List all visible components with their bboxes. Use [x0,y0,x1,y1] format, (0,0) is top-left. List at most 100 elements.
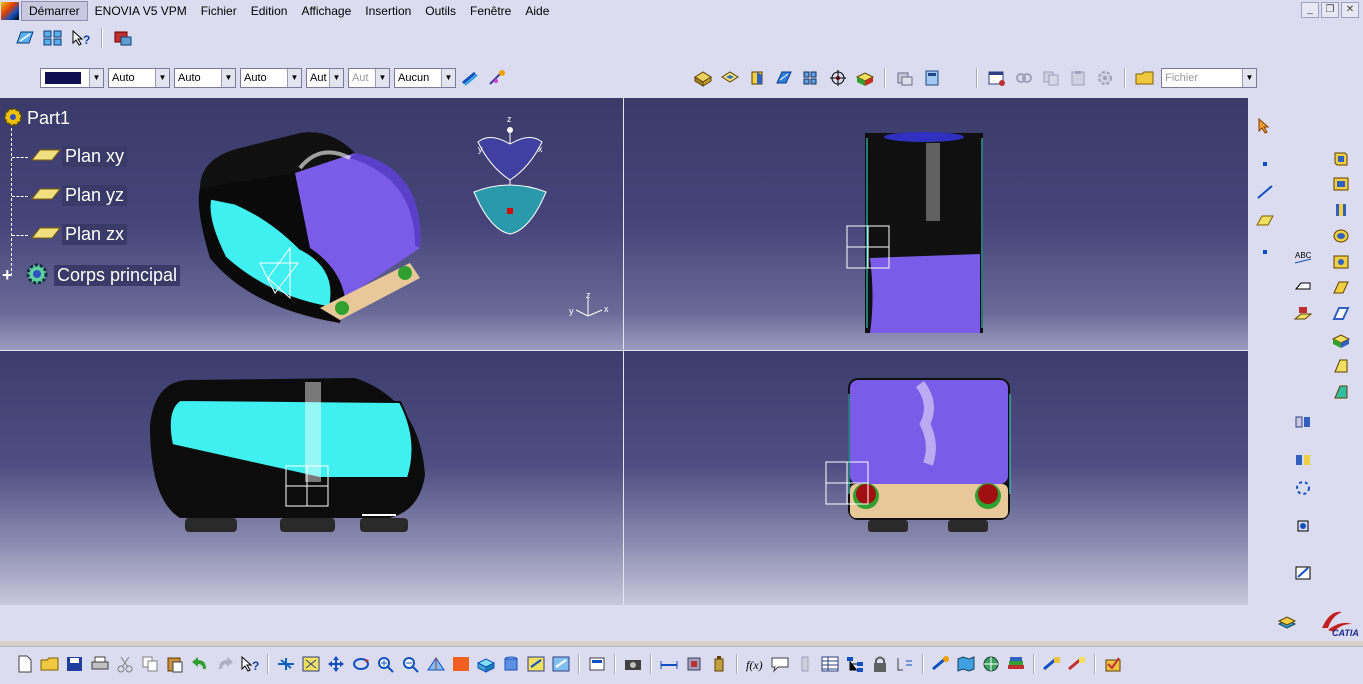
line-type-combo[interactable]: Auto ▼ [108,68,170,88]
layers-icon[interactable] [1276,613,1298,633]
whats-this-icon[interactable]: ? [239,654,261,674]
render-style-combo[interactable]: Aut ▼ [306,68,344,88]
front-view[interactable] [840,128,1010,338]
knowledge-icon[interactable] [930,654,952,674]
menu-insertion[interactable]: Insertion [358,2,418,20]
section-icon[interactable] [894,68,916,88]
pocket-icon[interactable] [719,68,741,88]
plane-tool-icon[interactable] [1254,210,1276,230]
equation-icon[interactable] [894,654,916,674]
pan-icon[interactable] [325,654,347,674]
expand-plus-icon[interactable]: + [2,265,20,286]
mirror-icon[interactable] [1292,450,1314,470]
cut-icon[interactable] [114,654,136,674]
books-icon[interactable] [1005,654,1027,674]
new-icon[interactable] [14,654,36,674]
circular-pattern-icon[interactable] [1292,478,1314,498]
line-thickness-combo[interactable]: Auto ▼ [174,68,236,88]
measure-item-icon[interactable] [683,654,705,674]
tree-node-body[interactable]: + Corps principal [2,261,181,290]
lock-icon[interactable] [869,654,891,674]
layer-combo[interactable]: Aucun ▼ [394,68,456,88]
catia-start-icon[interactable] [1,2,19,20]
brush-icon[interactable] [1066,654,1088,674]
color-combo[interactable]: ▼ [40,68,104,88]
viewport-divider-vertical[interactable] [623,98,624,605]
flag-note-icon[interactable] [1292,276,1314,296]
solid-icon[interactable] [854,68,876,88]
menu-fenetre[interactable]: Fenêtre [463,2,518,20]
save-icon[interactable] [64,654,86,674]
shell-tool-icon[interactable] [1330,382,1352,402]
view-mode-icon[interactable] [475,654,497,674]
draft-tool-icon[interactable] [1330,356,1352,376]
globe-icon[interactable] [980,654,1002,674]
hide-show-icon[interactable] [500,654,522,674]
tree-node-plan-xy[interactable]: Plan xy [30,145,128,168]
fit-all-icon[interactable] [300,654,322,674]
solid-tool-icon[interactable] [1330,330,1352,350]
format-painter-icon[interactable] [460,68,482,88]
inertia-icon[interactable] [708,654,730,674]
multi-view-icon[interactable] [42,28,64,48]
tree-node-root[interactable]: Part1 [2,106,73,131]
render-icon[interactable] [550,654,572,674]
rear-view[interactable] [820,374,1020,539]
tree-icon[interactable] [844,654,866,674]
annotation-icon[interactable] [1292,562,1314,582]
constraint-icon[interactable] [1292,412,1314,432]
folder-icon[interactable] [1134,68,1156,88]
iso-view-icon[interactable] [450,654,472,674]
tree-node-plan-yz[interactable]: Plan yz [30,184,128,207]
groove-tool-icon[interactable] [1330,226,1352,246]
pocket-tool-icon[interactable] [1330,174,1352,194]
camera-icon[interactable] [622,654,644,674]
ok-icon[interactable] [1102,654,1124,674]
rib-icon[interactable] [773,68,795,88]
hole-tool-icon[interactable] [1330,252,1352,272]
slot-tool-icon[interactable] [1330,304,1352,324]
target-icon[interactable] [827,68,849,88]
close-button[interactable]: ✕ [1341,2,1359,18]
formula-icon[interactable]: f(x) [744,654,766,674]
menu-aide[interactable]: Aide [518,2,556,20]
menu-outils[interactable]: Outils [418,2,463,20]
pad-tool-icon[interactable] [1330,148,1352,168]
catalog-icon[interactable] [112,28,134,48]
side-view[interactable] [140,370,440,540]
paste-icon[interactable] [164,654,186,674]
shaft-tool-icon[interactable] [1330,200,1352,220]
sketch-icon[interactable] [14,28,36,48]
copy-icon[interactable] [139,654,161,674]
text-abc-icon[interactable]: ABC [1292,248,1314,268]
minimize-button[interactable]: _ [1301,2,1319,18]
comment-icon[interactable] [769,654,791,674]
menu-affichage[interactable]: Affichage [294,2,358,20]
point-symbol-combo[interactable]: Auto ▼ [240,68,302,88]
compass[interactable]: z y x [470,112,550,242]
swap-icon[interactable] [525,654,547,674]
open-icon[interactable] [39,654,61,674]
restore-button[interactable]: ❐ [1321,2,1339,18]
shaft-icon[interactable] [746,68,768,88]
point-tool-icon[interactable] [1254,242,1276,262]
tree-node-plan-zx[interactable]: Plan zx [30,223,128,246]
undo-icon[interactable] [189,654,211,674]
pattern-icon[interactable] [800,68,822,88]
table-icon[interactable] [819,654,841,674]
menu-edition[interactable]: Edition [244,2,295,20]
paint-icon[interactable] [1041,654,1063,674]
datum-icon[interactable] [1292,304,1314,324]
print-icon[interactable] [89,654,111,674]
fly-mode-icon[interactable] [275,654,297,674]
pad-icon[interactable] [692,68,714,88]
rib-tool-icon[interactable] [1330,278,1352,298]
normal-view-icon[interactable] [425,654,447,674]
zoom-out-icon[interactable] [400,654,422,674]
view-sheet-icon[interactable] [921,68,943,88]
viewport-divider-horizontal[interactable] [0,350,1248,351]
scale-icon[interactable] [1292,516,1314,536]
menu-demarrer[interactable]: Démarrer [21,1,88,21]
magic-wand-icon[interactable] [486,68,508,88]
help-icon[interactable]: ? [70,28,92,48]
